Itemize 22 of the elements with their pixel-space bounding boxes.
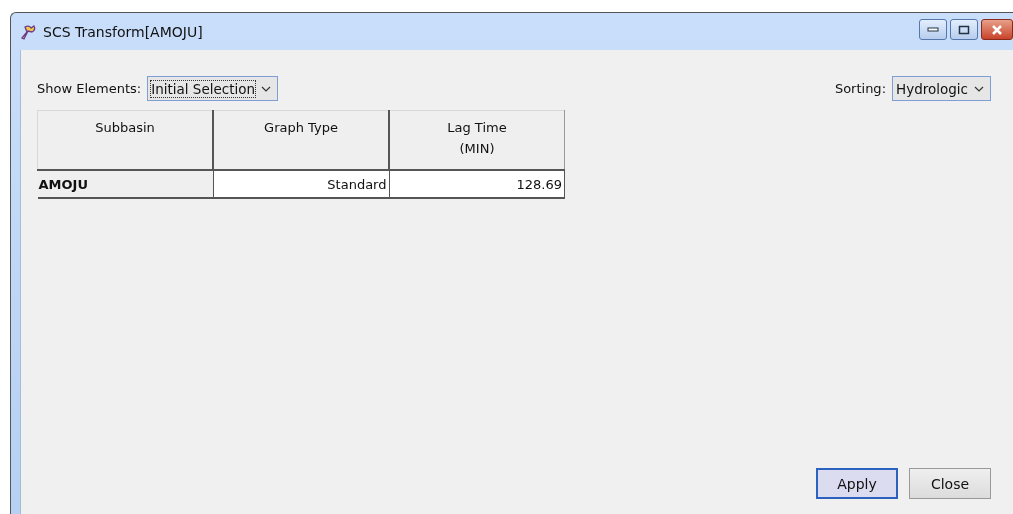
apply-button[interactable]: Apply	[816, 468, 898, 499]
close-button[interactable]: Close	[909, 468, 991, 499]
sorting-label: Sorting:	[834, 81, 886, 96]
column-header[interactable]: Graph Type	[213, 110, 389, 170]
sorting-dropdown[interactable]: Hydrologic	[892, 76, 991, 101]
column-header[interactable]: Subbasin	[37, 110, 213, 170]
chevron-icon	[261, 85, 272, 92]
minimize-button[interactable]	[919, 19, 947, 40]
chevron-icon	[974, 85, 984, 92]
show-elements-dropdown[interactable]: Initial Selection	[147, 76, 279, 101]
maximize-icon	[958, 24, 970, 35]
app-icon	[19, 23, 37, 40]
close-icon	[991, 24, 1003, 35]
maximize-button[interactable]	[950, 19, 978, 40]
column-header[interactable]: Lag Time (MIN)	[389, 110, 565, 170]
minimize-icon	[927, 26, 939, 33]
table-cell[interactable]: 128.69	[389, 170, 565, 198]
table-cell: AMOJU	[37, 170, 213, 198]
window-title: SCS Transform[AMOJU]	[43, 23, 203, 40]
show-elements-label: Show Elements:	[37, 81, 142, 96]
window-close-button[interactable]	[981, 19, 1013, 40]
table-cell[interactable]: Standard	[213, 170, 389, 198]
